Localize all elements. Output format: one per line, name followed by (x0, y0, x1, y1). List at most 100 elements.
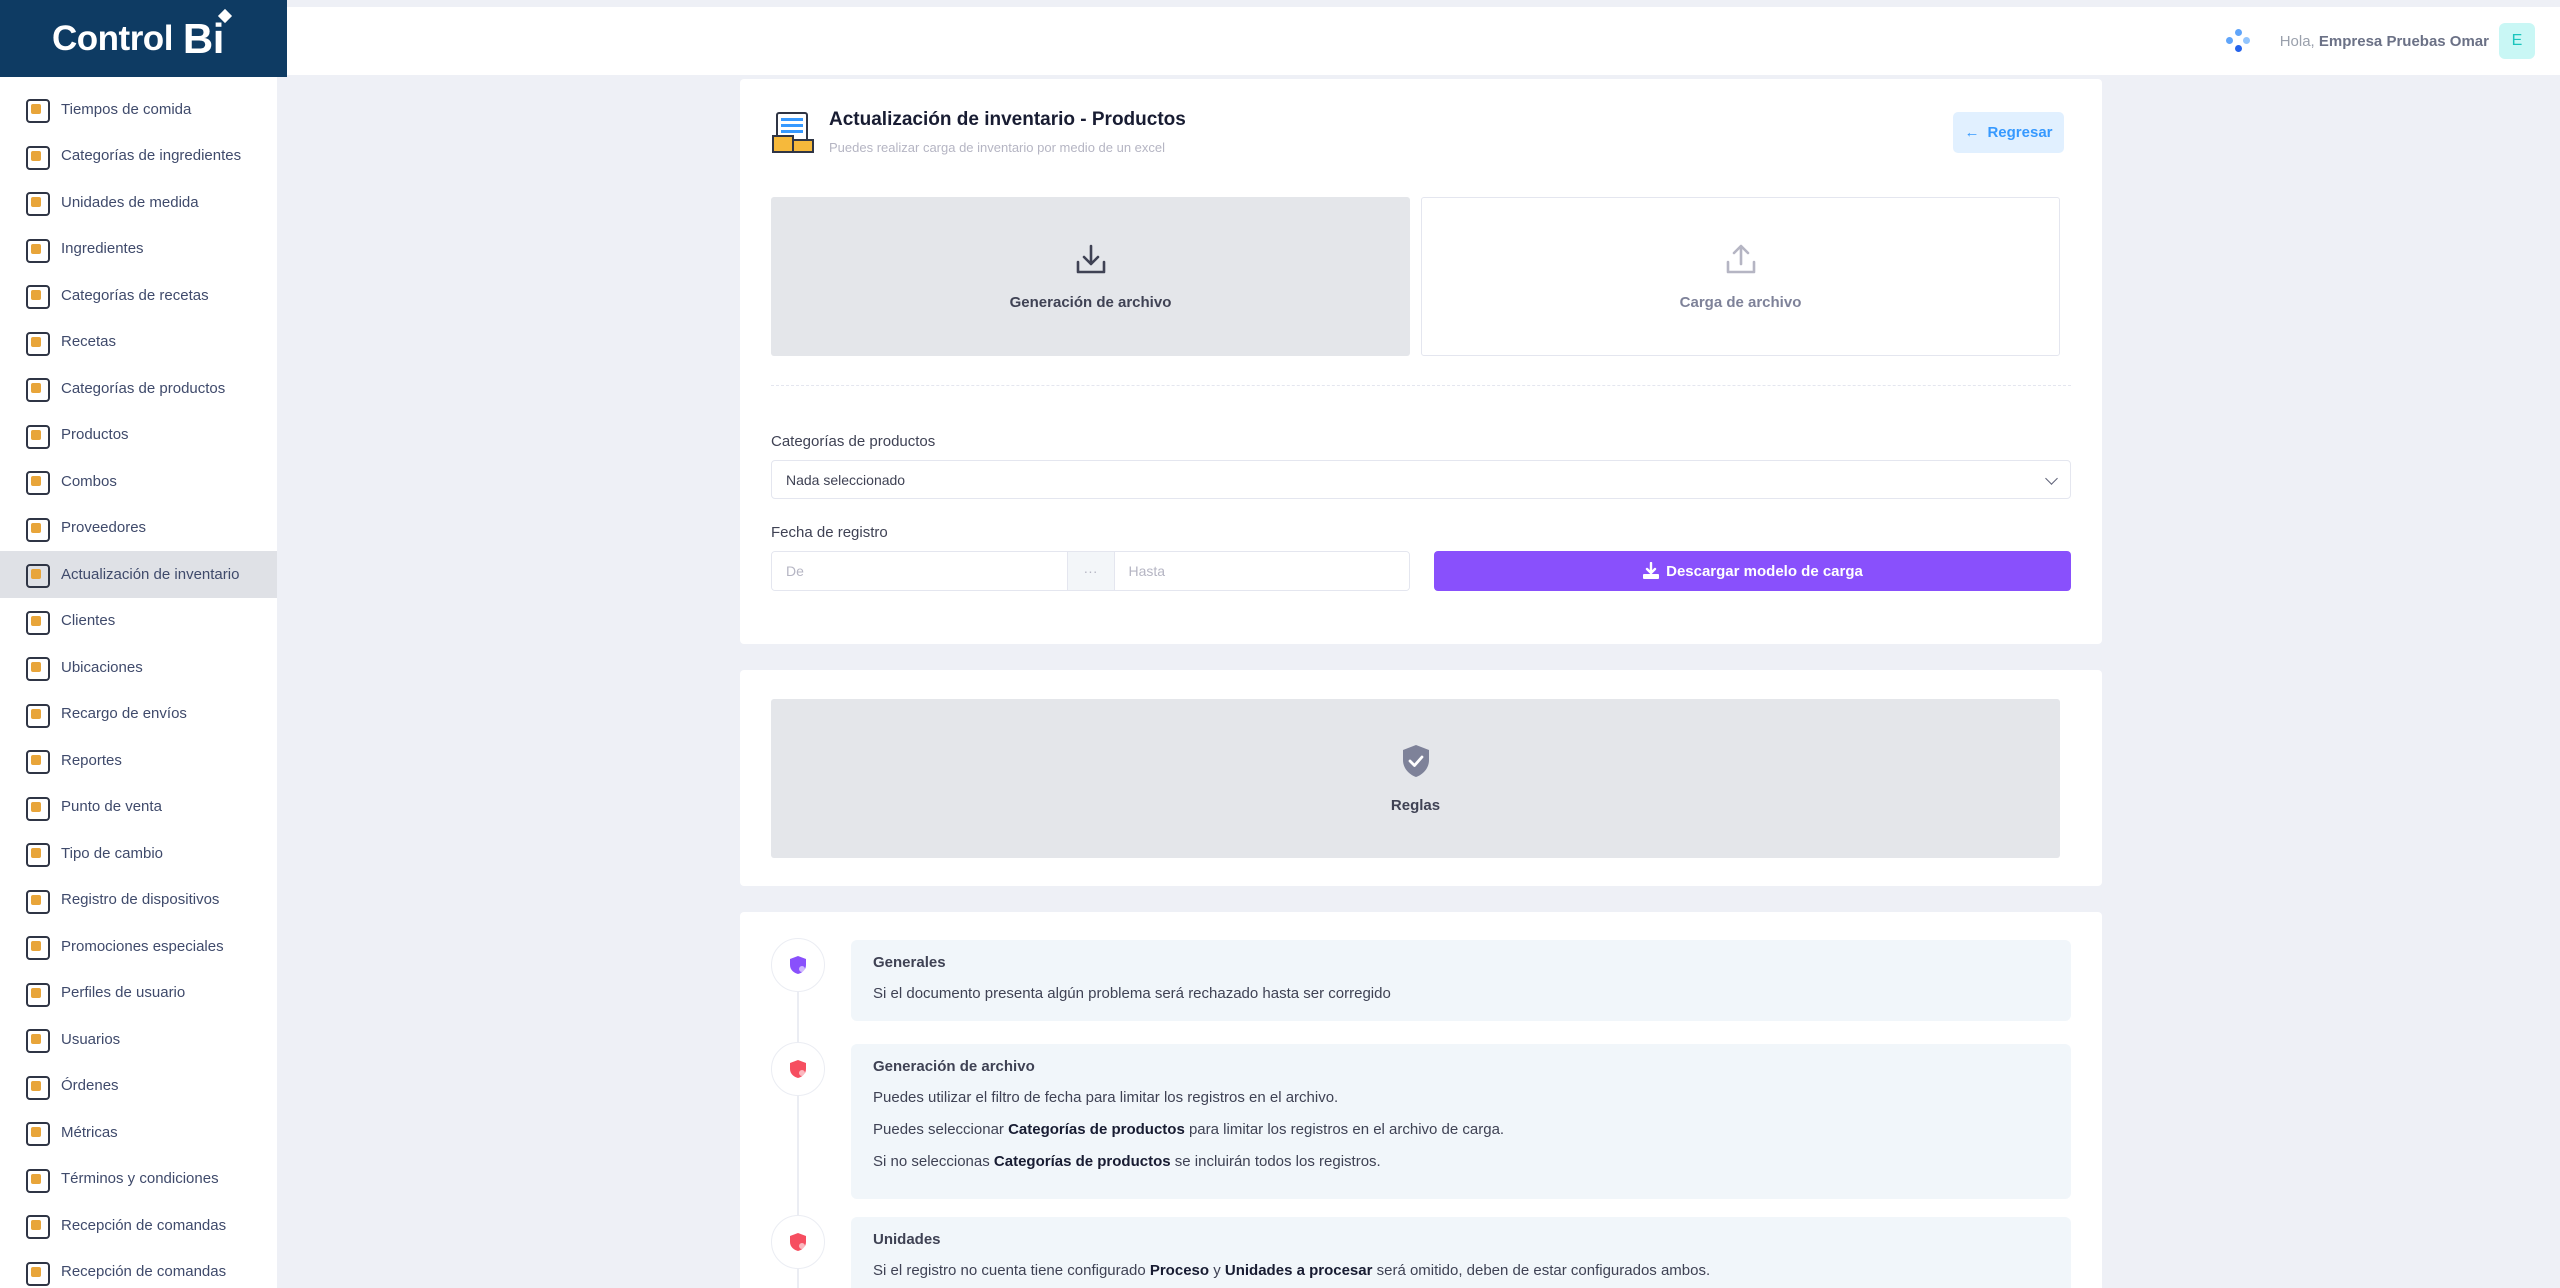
sidebar-item[interactable]: Ubicaciones (0, 644, 277, 691)
users-icon (23, 1026, 50, 1054)
date-from-input[interactable] (772, 552, 1067, 590)
sidebar-item-label: Combos (61, 472, 117, 490)
brand-logo[interactable]: Control Bi (0, 0, 287, 77)
sparkle-icon[interactable] (2225, 29, 2250, 53)
rules-tab[interactable]: Reglas (771, 699, 2060, 858)
rules-card: Reglas (740, 670, 2102, 886)
chevron-down-icon (2045, 472, 2058, 485)
sidebar-item[interactable]: Proveedores (0, 505, 277, 552)
sidebar-item[interactable]: Términos y condiciones (0, 1156, 277, 1203)
greeting-text: Hola, (2279, 32, 2315, 50)
sidebar-item-label: Unidades de medida (61, 193, 199, 211)
timeline-text-segment: para limitar los registros en el archivo… (1184, 1121, 1505, 1138)
sidebar-item[interactable]: Categorías de ingredientes (0, 133, 277, 180)
sidebar: Control Bi Tiempos de comida Categorías d… (0, 0, 287, 1288)
sidebar-item[interactable]: Tipo de cambio (0, 830, 277, 877)
sidebar-item-label: Recargo de envíos (61, 705, 187, 723)
product-category-icon (23, 375, 50, 403)
sidebar-item[interactable]: Usuarios (0, 1016, 277, 1063)
timeline-emphasis: Categorías de productos (1008, 1121, 1185, 1138)
timeline-item-title: Generación de archivo (873, 1058, 1035, 1075)
date-range-picker: ··· (771, 551, 1410, 591)
timeline-text-segment: Si no seleccionas (873, 1153, 994, 1170)
timeline-text-segment: Si el documento presenta algún problema … (873, 985, 1391, 1002)
sidebar-item-label: Categorías de ingredientes (61, 147, 242, 165)
sidebar-item[interactable]: Órdenes (0, 1063, 277, 1110)
kitchen-icon (23, 1212, 50, 1240)
sidebar-item[interactable]: Promociones especiales (0, 923, 277, 970)
product-category-value: Nada seleccionado (786, 471, 906, 488)
sidebar-item[interactable]: Tiempos de comida (0, 86, 277, 133)
sidebar-item[interactable]: Registro de dispositivos (0, 877, 277, 924)
section-divider (771, 385, 2071, 386)
timeline-item-text: Si el registro no cuenta tiene configura… (873, 1262, 2049, 1279)
tab-file-upload-label: Carga de archivo (1679, 294, 1802, 311)
jar-icon (23, 236, 50, 263)
sidebar-item[interactable]: Recetas (0, 319, 277, 366)
timeline-item: Generales Si el documento presenta algún … (851, 940, 2071, 1021)
sidebar-scrollbar-track[interactable] (277, 77, 287, 1288)
location-icon (23, 654, 50, 682)
product-category-select[interactable]: Nada seleccionado (771, 460, 2071, 499)
exchange-icon (23, 840, 50, 868)
shield-icon (790, 1233, 806, 1251)
tab-file-upload[interactable]: Carga de archivo (1421, 197, 2060, 356)
timeline-item-text: Puedes seleccionar Categorías de product… (873, 1121, 2049, 1138)
clock-icon (23, 96, 50, 124)
back-button-label: Regresar (1987, 124, 2053, 141)
sidebar-item[interactable]: Ingredientes (0, 226, 277, 273)
timeline-text-segment: Puedes utilizar el filtro de fecha para … (873, 1089, 1339, 1106)
sidebar-item[interactable]: Productos (0, 412, 277, 459)
sidebar-item[interactable]: Unidades de medida (0, 179, 277, 226)
rules-label: Reglas (1390, 797, 1441, 814)
sidebar-item-label: Categorías de recetas (61, 286, 209, 304)
sidebar-item[interactable]: Reportes (0, 737, 277, 784)
sidebar-item[interactable]: Punto de venta (0, 784, 277, 831)
tab-file-generation-label: Generación de archivo (1009, 294, 1172, 311)
sidebar-item[interactable]: Recepción de comandas (0, 1202, 277, 1249)
rules-timeline-card: Generales Si el documento presenta algún … (740, 912, 2102, 1288)
sidebar-item[interactable]: Categorías de productos (0, 365, 277, 412)
shield-icon (790, 956, 806, 974)
timeline-marker (771, 938, 825, 992)
timeline-marker (771, 1042, 825, 1096)
avatar[interactable]: E (2499, 23, 2535, 59)
download-template-button[interactable]: Descargar modelo de carga (1434, 551, 2071, 591)
sidebar-item-label: Proveedores (61, 519, 147, 537)
inventory-upload-card: Actualización de inventario - Productos … (740, 79, 2102, 644)
arrow-left-icon: ← (1964, 124, 1980, 141)
sidebar-item-label: Promociones especiales (61, 937, 224, 955)
recipe-icon (23, 329, 50, 356)
timeline-item-title: Generales (873, 954, 946, 971)
sidebar-item[interactable]: Categorías de recetas (0, 272, 277, 319)
sidebar-item[interactable]: Combos (0, 458, 277, 505)
sidebar-item[interactable]: Métricas (0, 1109, 277, 1156)
sidebar-item-label: Ingredientes (61, 240, 144, 258)
sidebar-item-label: Ubicaciones (61, 658, 143, 676)
sidebar-item[interactable]: Clientes (0, 598, 277, 645)
timeline-item-title: Unidades (873, 1231, 941, 1248)
sidebar-item[interactable]: Recargo de envíos (0, 691, 277, 738)
orders-icon (23, 1073, 50, 1100)
user-greeting: Hola, Empresa Pruebas Omar (2280, 33, 2489, 50)
sidebar-item[interactable]: Recepción de comandas (0, 1249, 277, 1288)
date-to-input[interactable] (1114, 552, 1409, 590)
timeline-item-text: Si no seleccionas Categorías de producto… (873, 1153, 2049, 1170)
sidebar-item-label: Productos (61, 426, 129, 444)
sidebar-item-label: Órdenes (61, 1077, 119, 1095)
scale-icon (23, 189, 50, 217)
date-range-separator: ··· (1066, 552, 1115, 590)
tab-file-generation[interactable]: Generación de archivo (771, 197, 1410, 356)
timeline-emphasis: Proceso (1149, 1262, 1210, 1279)
back-button[interactable]: ← Regresar (1953, 112, 2064, 153)
download-icon (1643, 562, 1660, 579)
sidebar-item[interactable]: Actualización de inventario (0, 551, 277, 598)
sidebar-menu: Tiempos de comida Categorías de ingredien… (0, 86, 277, 1288)
sidebar-item-label: Reportes (61, 751, 122, 769)
sidebar-item-label: Categorías de productos (61, 379, 226, 397)
sidebar-item[interactable]: Perfiles de usuario (0, 970, 277, 1017)
shield-check-icon (1402, 745, 1429, 777)
terms-icon (23, 1166, 50, 1193)
sidebar-item-label: Actualización de inventario (61, 565, 240, 583)
clients-icon (23, 608, 50, 635)
